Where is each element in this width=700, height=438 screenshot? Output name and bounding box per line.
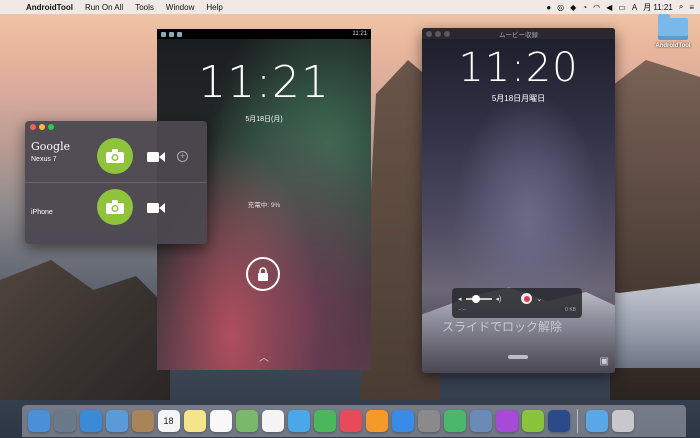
device-brand: Google [31,140,71,153]
facetime-icon[interactable] [313,410,336,432]
record-button[interactable] [521,293,533,304]
menu-app-name[interactable]: AndroidTool [20,3,79,12]
wifi-icon[interactable]: ◠ [593,3,600,12]
volume-low-icon: ◂ [458,295,462,303]
menu-tools[interactable]: Tools [129,3,160,12]
trash-icon[interactable] [611,410,634,432]
slide-to-unlock-text[interactable]: スライドでロック解除 [442,318,562,335]
finder-icon[interactable] [27,410,50,432]
chevron-up-icon[interactable]: ︿ [157,349,371,364]
reminders-icon[interactable] [209,410,232,432]
desktop-folder[interactable]: AndroidTool [649,14,697,49]
notification-icon [169,31,174,37]
photos-icon[interactable] [261,410,284,432]
record-video-button[interactable] [147,150,165,168]
menu-bar: AndroidTool Run On All Tools Window Help… [0,0,700,14]
notification-center-icon[interactable]: ≡ [689,3,694,12]
camera-icon [106,200,124,214]
ibooks-icon[interactable] [365,410,388,432]
status-icon[interactable]: ● [546,3,551,12]
recording-size: 0 KB [565,307,576,313]
app-store-icon[interactable] [391,410,414,432]
iphone-lock-time: 11:20 [458,45,579,91]
device-model: iPhone [31,209,53,216]
notification-icon [161,31,166,37]
device-row-iphone: iPhone [25,182,207,232]
android-status-time: 11:21 [352,31,367,37]
contacts-icon[interactable] [131,410,154,432]
maps-icon[interactable] [235,410,258,432]
iphone-lock-date: 5月18日月曜日 [491,94,546,103]
camera-icon[interactable]: ▣ [600,356,609,367]
downloads-icon[interactable] [585,410,608,432]
menubar-clock[interactable]: 月 11:21 [643,2,673,13]
menu-window[interactable]: Window [160,3,200,12]
pushbullet-icon[interactable] [443,410,466,432]
info-icon[interactable] [495,410,518,432]
recording-controls: ◂ ◂) ⌄ --:-- 0 KB [452,288,582,318]
device-model: Nexus 7 [31,156,57,163]
record-icon [523,295,530,302]
close-button[interactable] [30,123,36,130]
androidtool-window: Google Nexus 7 + iPhone [25,121,207,244]
menu-help[interactable]: Help [200,3,228,12]
camera-icon [106,149,124,163]
video-camera-icon [147,152,165,162]
unlock-button[interactable] [246,257,280,291]
launchpad-icon[interactable] [53,410,76,432]
battery-icon[interactable]: ▭ [618,3,626,12]
android-icon[interactable] [521,410,544,432]
minimize-button[interactable] [39,123,45,130]
iphone-screen[interactable]: 11:20 5月18日月曜日 スライドでロック解除 ▣ [422,39,615,373]
recording-elapsed: --:-- [458,307,467,313]
volume-icon[interactable]: ◀ [606,3,612,12]
android-status-bar: 11:21 [157,29,371,39]
panel-titlebar [25,121,207,132]
desktop-folder-label: AndroidTool [655,43,691,49]
screenshot-button[interactable] [97,189,133,225]
itunes-icon[interactable] [339,410,362,432]
lock-icon [258,267,268,281]
status-icon[interactable]: ◎ [557,3,564,12]
home-indicator [508,355,528,359]
quicktime-icon[interactable] [547,410,570,432]
zoom-button[interactable] [48,123,54,130]
dropbox-icon[interactable]: ◆ [570,3,576,12]
volume-high-icon: ◂) [495,295,502,303]
notification-icon [177,31,182,37]
menu-run-on-all[interactable]: Run On All [79,3,129,12]
android-lock-time: 11:21 [198,57,330,108]
status-icon[interactable]: ◔ [582,3,587,12]
add-icon[interactable]: + [177,151,188,162]
chevron-down-icon[interactable]: ⌄ [536,295,542,303]
messages-icon[interactable] [287,410,310,432]
preview-icon[interactable] [469,410,492,432]
mail-icon[interactable] [105,410,128,432]
movie-recording-window: ムービー収録 11:20 5月18日月曜日 スライドでロック解除 ▣ [422,28,615,373]
video-camera-icon [147,203,165,213]
safari-icon[interactable] [79,410,102,432]
input-method-icon[interactable]: A [632,3,637,12]
volume-slider-knob[interactable] [471,294,480,303]
volume-slider[interactable] [465,294,492,303]
screenshot-button[interactable] [97,138,133,174]
notes-icon[interactable] [183,410,206,432]
calendar-icon[interactable]: 18 [157,410,180,432]
system-preferences-icon[interactable] [417,410,440,432]
dock: 18 [22,405,686,437]
dock-separator [577,409,578,433]
folder-icon [658,14,688,40]
spotlight-icon[interactable]: ⌕ [679,2,683,12]
record-video-button[interactable] [147,201,165,219]
window-title: ムービー収録 [499,31,538,39]
device-row-nexus: Google Nexus 7 + [25,132,207,182]
window-titlebar: ムービー収録 [422,28,615,39]
